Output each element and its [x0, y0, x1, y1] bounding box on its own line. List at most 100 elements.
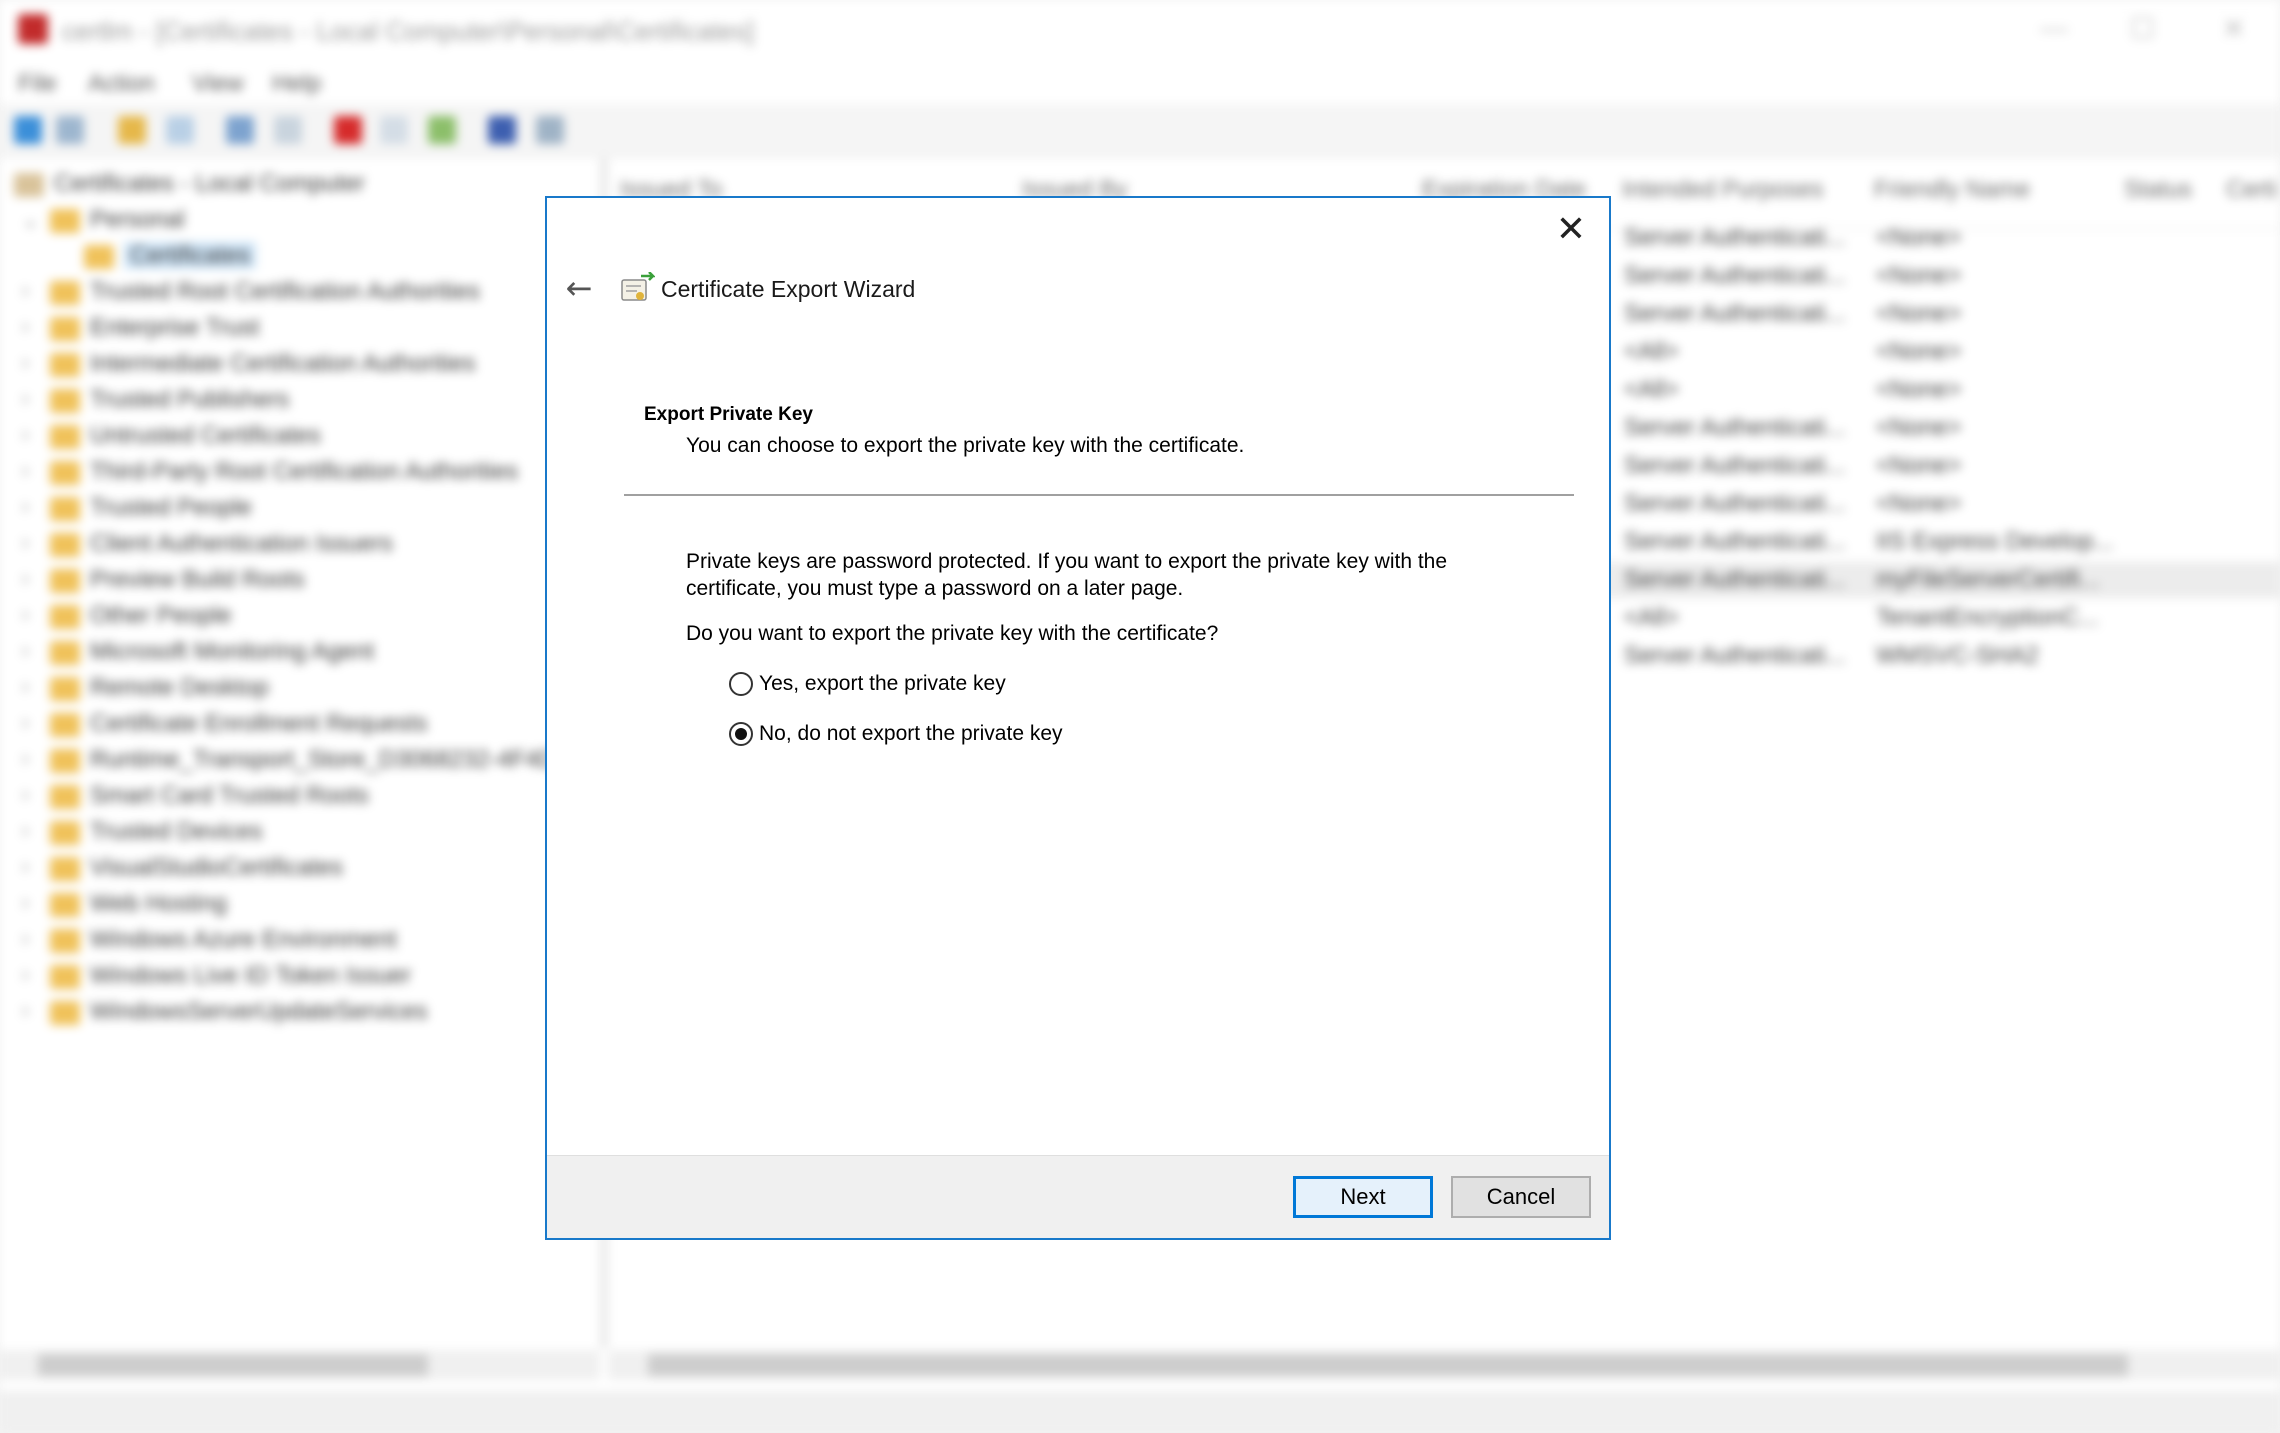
- tree-item[interactable]: › Windows Azure Environment: [22, 926, 397, 956]
- folder-icon: [50, 388, 80, 413]
- tree-item[interactable]: › Remote Desktop: [22, 674, 269, 704]
- properties-icon[interactable]: [226, 116, 254, 144]
- collapsed-chevron-icon[interactable]: ›: [22, 964, 29, 987]
- tree-item[interactable]: › Smart Card Trusted Roots: [22, 782, 369, 812]
- refresh-icon[interactable]: [380, 116, 408, 144]
- collapsed-chevron-icon[interactable]: ›: [22, 568, 29, 591]
- collapsed-chevron-icon[interactable]: ›: [22, 784, 29, 807]
- collapsed-chevron-icon[interactable]: ›: [22, 532, 29, 555]
- status-bar: [0, 1392, 2280, 1433]
- delete-icon[interactable]: [334, 116, 362, 144]
- tree-item[interactable]: › Intermediate Certification Authorities: [22, 350, 476, 380]
- close-icon[interactable]: ✕: [1549, 208, 1593, 252]
- folder-icon: [50, 856, 80, 881]
- tree-item[interactable]: › Microsoft Monitoring Agent: [22, 638, 374, 668]
- folder-icon: [50, 460, 80, 485]
- tree-item[interactable]: › Windows Live ID Token Issuer: [22, 962, 411, 992]
- collapsed-chevron-icon[interactable]: ›: [22, 352, 29, 375]
- collapsed-chevron-icon[interactable]: ›: [22, 928, 29, 951]
- collapsed-chevron-icon[interactable]: ›: [22, 640, 29, 663]
- window-close-icon[interactable]: ✕: [2222, 12, 2245, 45]
- tree-item[interactable]: › Trusted Root Certification Authorities: [22, 278, 480, 308]
- radio-button-checked[interactable]: [729, 722, 753, 746]
- collapsed-chevron-icon[interactable]: ›: [22, 712, 29, 735]
- tree-root[interactable]: Certificates - Local Computer: [14, 170, 365, 200]
- column-certificate-template[interactable]: Certi: [2226, 176, 2277, 204]
- action-pane-icon[interactable]: [536, 116, 564, 144]
- next-button[interactable]: Next: [1293, 1176, 1433, 1218]
- tree-item-certificates[interactable]: Certificates: [84, 242, 257, 272]
- tree-item-personal[interactable]: ⌄ Personal: [22, 206, 185, 236]
- tree-item[interactable]: › VisualStudioCertificates: [22, 854, 343, 884]
- scrollbar-thumb[interactable]: [38, 1354, 428, 1376]
- collapsed-chevron-icon[interactable]: ›: [22, 820, 29, 843]
- forward-arrow-icon[interactable]: [56, 116, 84, 144]
- tree-item[interactable]: › Untrusted Certificates: [22, 422, 321, 452]
- maximize-icon[interactable]: ☐: [2130, 12, 2155, 45]
- folder-icon: [50, 676, 80, 701]
- collapsed-chevron-icon[interactable]: ›: [22, 892, 29, 915]
- help-icon[interactable]: [488, 116, 516, 144]
- tree-item[interactable]: › Preview Build Roots: [22, 566, 305, 596]
- tree-item[interactable]: › Trusted People: [22, 494, 252, 524]
- collapsed-chevron-icon[interactable]: ›: [22, 316, 29, 339]
- collapsed-chevron-icon[interactable]: ›: [22, 676, 29, 699]
- copy-icon[interactable]: [274, 116, 302, 144]
- column-intended-purposes[interactable]: Intended Purposes: [1622, 176, 1823, 204]
- folder-icon: [50, 604, 80, 629]
- tree-horizontal-scrollbar[interactable]: [0, 1350, 600, 1380]
- column-status[interactable]: Status: [2124, 176, 2192, 204]
- certificate-store-icon: [14, 172, 44, 197]
- cancel-button[interactable]: Cancel: [1451, 1176, 1591, 1218]
- dialog-footer: Next Cancel: [547, 1155, 1609, 1238]
- folder-icon: [50, 496, 80, 521]
- menu-help[interactable]: Help: [272, 70, 321, 98]
- tree-item[interactable]: › Client Authentication Issuers: [22, 530, 393, 560]
- collapsed-chevron-icon[interactable]: ›: [22, 604, 29, 627]
- collapsed-chevron-icon[interactable]: ›: [22, 388, 29, 411]
- tree-item[interactable]: › Trusted Publishers: [22, 386, 289, 416]
- back-arrow-icon[interactable]: [14, 116, 42, 144]
- tree-item[interactable]: › Other People: [22, 602, 231, 632]
- menu-view[interactable]: View: [192, 70, 244, 98]
- minimize-icon[interactable]: —: [2040, 12, 2068, 44]
- collapsed-chevron-icon[interactable]: ›: [22, 1000, 29, 1023]
- collapsed-chevron-icon[interactable]: ›: [22, 460, 29, 483]
- list-horizontal-scrollbar[interactable]: [608, 1350, 2280, 1380]
- expanded-chevron-icon[interactable]: ⌄: [22, 208, 39, 233]
- collapsed-chevron-icon[interactable]: ›: [22, 856, 29, 879]
- tree-item[interactable]: › Trusted Devices: [22, 818, 263, 848]
- tree-item[interactable]: › Enterprise Trust: [22, 314, 259, 344]
- tree-item[interactable]: › Web Hosting: [22, 890, 227, 920]
- show-hide-tree-icon[interactable]: [166, 116, 194, 144]
- toolbar: [0, 104, 2280, 157]
- collapsed-chevron-icon[interactable]: ›: [22, 424, 29, 447]
- folder-icon: [50, 748, 80, 773]
- folder-icon: [84, 244, 114, 269]
- tree-item[interactable]: › Runtime_Transport_Store_D3068232-4F4D-4: [22, 746, 577, 776]
- collapsed-chevron-icon[interactable]: ›: [22, 748, 29, 771]
- collapsed-chevron-icon[interactable]: ›: [22, 280, 29, 303]
- column-friendly-name[interactable]: Friendly Name: [1874, 176, 2030, 204]
- collapsed-chevron-icon[interactable]: ›: [22, 496, 29, 519]
- folder-icon: [50, 964, 80, 989]
- section-subtitle: You can choose to export the private key…: [686, 434, 1245, 457]
- tree-item[interactable]: › WindowsServerUpdateServices: [22, 998, 427, 1028]
- scrollbar-thumb[interactable]: [648, 1354, 2128, 1376]
- folder-icon: [50, 568, 80, 593]
- folder-icon: [50, 352, 80, 377]
- console-tree: Certificates - Local Computer ⌄ Personal …: [0, 158, 608, 1348]
- up-folder-icon[interactable]: [118, 116, 146, 144]
- menu-file[interactable]: File: [18, 70, 57, 98]
- radio-yes-export-private-key[interactable]: Yes, export the private key: [729, 669, 1006, 699]
- export-list-icon[interactable]: [428, 116, 456, 144]
- back-arrow-icon[interactable]: ←: [559, 268, 599, 308]
- tree-item[interactable]: › Third-Party Root Certification Authorit…: [22, 458, 518, 488]
- window-title: certlm - [Certificates - Local Computer\…: [62, 16, 755, 46]
- folder-icon: [50, 928, 80, 953]
- radio-button-unchecked[interactable]: [729, 672, 753, 696]
- folder-icon: [50, 712, 80, 737]
- tree-item[interactable]: › Certificate Enrollment Requests: [22, 710, 427, 740]
- radio-no-do-not-export-private-key[interactable]: No, do not export the private key: [729, 719, 1063, 749]
- menu-action[interactable]: Action: [88, 70, 155, 98]
